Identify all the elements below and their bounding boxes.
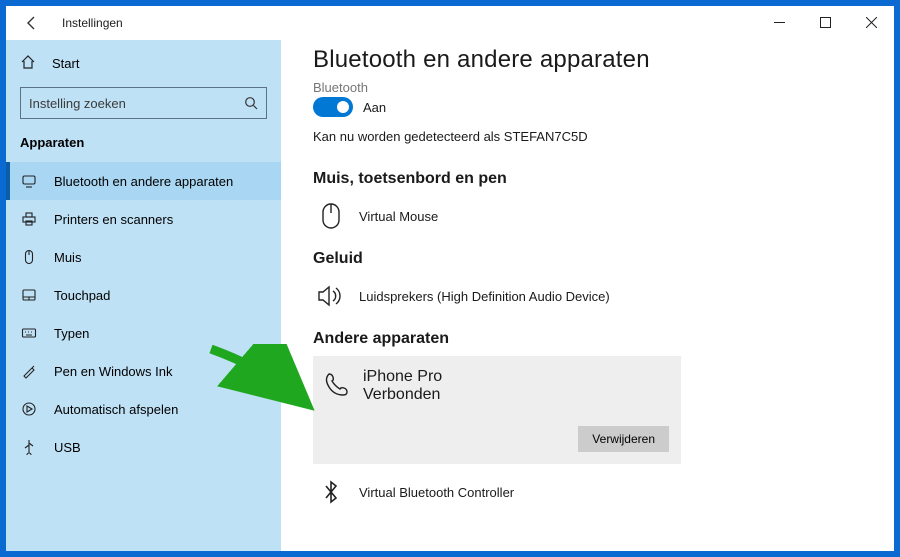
device-virtual-mouse[interactable]: Virtual Mouse	[313, 196, 862, 244]
home-button[interactable]: Start	[6, 46, 281, 81]
pen-icon	[20, 362, 38, 380]
sidebar-item-pen[interactable]: Pen en Windows Ink	[6, 352, 281, 390]
discoverable-text: Kan nu worden gedetecteerd als STEFAN7C5…	[313, 129, 862, 144]
speaker-icon	[317, 282, 345, 310]
minimize-button[interactable]	[756, 6, 802, 38]
page-title: Bluetooth en andere apparaten	[313, 46, 862, 74]
sidebar-item-bluetooth[interactable]: Bluetooth en andere apparaten	[6, 162, 281, 200]
bluetooth-icon	[20, 172, 38, 190]
sidebar-item-autoplay[interactable]: Automatisch afspelen	[6, 390, 281, 428]
section-audio: Geluid	[313, 250, 862, 268]
device-speakers[interactable]: Luidsprekers (High Definition Audio Devi…	[313, 276, 862, 324]
sidebar-section-title: Apparaten	[6, 131, 281, 162]
search-icon	[244, 96, 258, 115]
back-button[interactable]	[20, 11, 44, 35]
touchpad-icon	[20, 286, 38, 304]
device-name: Virtual Bluetooth Controller	[359, 485, 514, 500]
sidebar-item-typing[interactable]: Typen	[6, 314, 281, 352]
sidebar-item-label: Typen	[54, 326, 89, 341]
sidebar-item-label: USB	[54, 440, 81, 455]
device-name: Virtual Mouse	[359, 209, 438, 224]
mouse-icon	[20, 248, 38, 266]
phone-icon	[323, 371, 349, 402]
section-mouse-keyboard-pen: Muis, toetsenbord en pen	[313, 170, 862, 188]
usb-icon	[20, 438, 38, 456]
keyboard-icon	[20, 324, 38, 342]
device-status: Verbonden	[363, 386, 442, 404]
device-name: iPhone Pro	[363, 368, 442, 386]
search-field[interactable]	[29, 96, 258, 111]
device-iphone-selected[interactable]: iPhone Pro Verbonden Verwijderen	[313, 356, 681, 464]
section-other-devices: Andere apparaten	[313, 330, 862, 348]
sidebar-item-touchpad[interactable]: Touchpad	[6, 276, 281, 314]
mouse-icon	[317, 202, 345, 230]
sidebar-item-label: Muis	[54, 250, 81, 265]
maximize-button[interactable]	[802, 6, 848, 38]
printer-icon	[20, 210, 38, 228]
close-button[interactable]	[848, 6, 894, 38]
bluetooth-toggle[interactable]	[313, 97, 353, 117]
toggle-label: Aan	[363, 100, 386, 115]
sidebar-item-label: Touchpad	[54, 288, 110, 303]
autoplay-icon	[20, 400, 38, 418]
remove-device-button[interactable]: Verwijderen	[578, 426, 669, 452]
sidebar-item-label: Pen en Windows Ink	[54, 364, 173, 379]
sidebar-item-printers[interactable]: Printers en scanners	[6, 200, 281, 238]
device-bt-controller[interactable]: Virtual Bluetooth Controller	[313, 472, 862, 520]
device-name: Luidsprekers (High Definition Audio Devi…	[359, 289, 610, 304]
search-input[interactable]	[20, 87, 267, 119]
sidebar-item-mouse[interactable]: Muis	[6, 238, 281, 276]
home-icon	[20, 54, 36, 73]
bluetooth-icon	[317, 478, 345, 506]
window-title: Instellingen	[62, 16, 123, 30]
home-label: Start	[52, 56, 79, 71]
cut-off-label: Bluetooth	[313, 80, 862, 95]
sidebar-item-label: Printers en scanners	[54, 212, 173, 227]
sidebar-item-label: Automatisch afspelen	[54, 402, 178, 417]
sidebar-item-label: Bluetooth en andere apparaten	[54, 174, 233, 189]
sidebar-item-usb[interactable]: USB	[6, 428, 281, 466]
